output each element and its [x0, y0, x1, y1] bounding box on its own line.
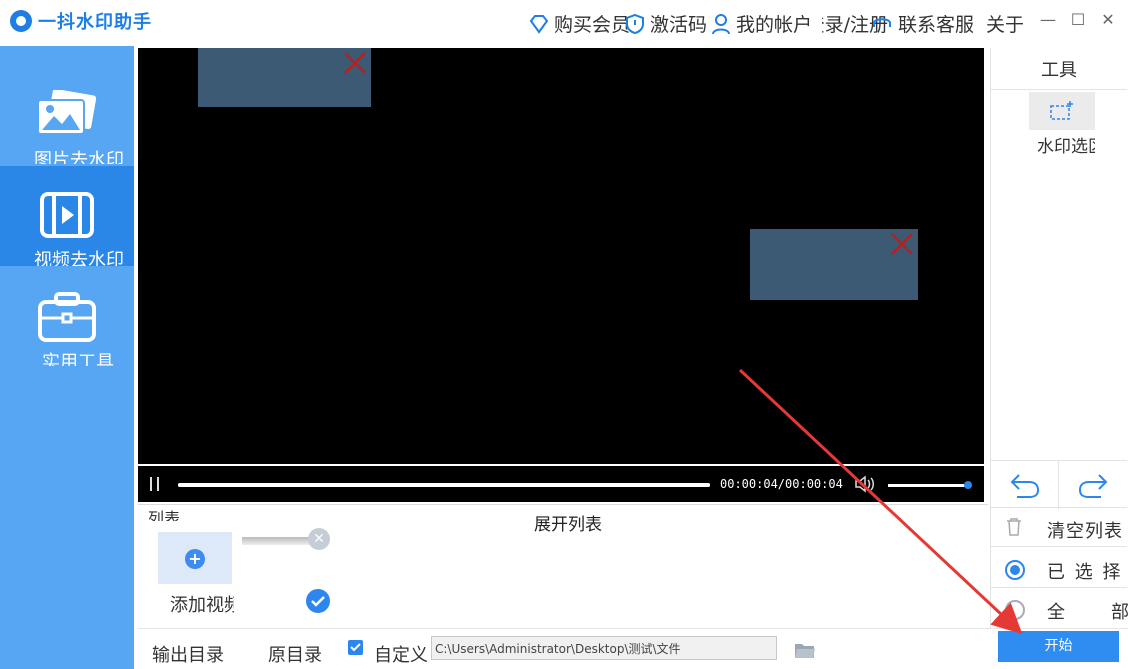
all-option[interactable]: 全 部	[991, 592, 1128, 628]
my-account-label: 我的帐户	[736, 14, 813, 36]
redo-icon[interactable]	[1077, 471, 1109, 499]
sidebar-item-label: 实用工具	[42, 352, 114, 366]
sidebar: 图片去水印 视频去水印 实用工具	[0, 46, 134, 669]
close-icon[interactable]	[343, 51, 367, 75]
divider	[1058, 461, 1059, 509]
original-dir-option[interactable]: 原目录	[268, 641, 322, 667]
video-thumbnail[interactable]	[242, 537, 314, 545]
video-list-panel: 列表 展开列表 + 添加视频 ✕	[138, 504, 988, 626]
clear-list-label: 清空列表	[1047, 521, 1123, 542]
headset-icon	[873, 17, 891, 27]
buy-vip-link[interactable]: 购买会员	[528, 10, 632, 37]
seek-bar-fill	[178, 483, 710, 487]
sidebar-item-video-watermark[interactable]: 视频去水印	[0, 166, 134, 266]
radio-selected[interactable]	[1005, 560, 1025, 580]
activate-label: 激活码	[650, 14, 708, 36]
tools-header: 工具	[991, 48, 1127, 90]
all-label: 全 部	[1047, 602, 1128, 623]
sidebar-item-image-watermark[interactable]: 图片去水印	[0, 64, 134, 164]
list-label: 列表	[148, 509, 181, 521]
close-icon[interactable]	[890, 232, 914, 256]
undo-redo-row	[991, 460, 1127, 509]
tools-panel: 工具 水印选区 清空列表 已 选 择 全 部	[990, 48, 1128, 628]
user-icon	[712, 13, 730, 34]
selection-icon	[1050, 101, 1073, 120]
activate-link[interactable]: 激活码	[624, 10, 708, 37]
app-name: 一抖水印助手	[38, 12, 152, 33]
start-button[interactable]: 开始	[998, 631, 1119, 662]
title-bar: 一抖水印助手 购买会员 激活码 我的帐户 登录/注册 联系客服 关于 — ☐ ✕	[0, 0, 1128, 46]
contact-label: 联系客服	[898, 14, 975, 36]
add-video-button[interactable]: +	[158, 532, 232, 584]
close-button[interactable]: ✕	[1098, 10, 1118, 30]
minimize-button[interactable]: —	[1038, 10, 1058, 30]
volume-knob[interactable]	[964, 481, 972, 489]
timecode: 00:00:04/00:00:04	[720, 477, 843, 491]
remove-video-icon[interactable]: ✕	[308, 528, 330, 550]
expand-list-button[interactable]: 展开列表	[534, 510, 602, 535]
trash-icon	[1007, 518, 1021, 536]
clear-list-button[interactable]: 清空列表	[991, 511, 1127, 547]
sidebar-item-label: 图片去水印	[34, 150, 124, 164]
maximize-button[interactable]: ☐	[1068, 10, 1088, 30]
volume-icon[interactable]	[854, 475, 876, 493]
image-icon	[37, 90, 97, 135]
checkmark-icon[interactable]	[306, 589, 330, 613]
sidebar-item-label: 视频去水印	[34, 250, 124, 266]
volume-slider[interactable]	[888, 484, 970, 487]
selected-option[interactable]: 已 选 择	[991, 552, 1127, 588]
toolbox-icon	[38, 292, 96, 342]
shield-icon	[626, 13, 644, 34]
output-bar: 输出目录 原目录 自定义 C:\Users\Administrator\Desk…	[138, 628, 1128, 669]
watermark-selection-box[interactable]	[750, 229, 918, 300]
my-account-link[interactable]: 我的帐户	[710, 10, 812, 37]
about-link[interactable]: 关于	[986, 10, 1024, 37]
contact-link[interactable]: 联系客服	[870, 10, 980, 37]
pause-button[interactable]	[148, 477, 162, 491]
watermark-select-label: 水印选区	[1037, 137, 1095, 157]
player-controls: 00:00:04/00:00:04	[138, 466, 984, 502]
output-dir-label: 输出目录	[152, 645, 224, 666]
output-path-field[interactable]: C:\Users\Administrator\Desktop\测试\文件	[431, 636, 777, 660]
radio-all[interactable]	[1005, 600, 1025, 620]
video-preview[interactable]	[138, 48, 984, 464]
custom-dir-checkbox[interactable]	[348, 640, 363, 655]
watermark-select-button[interactable]	[1029, 92, 1095, 130]
app-logo: 一抖水印助手	[10, 8, 152, 34]
diamond-icon	[529, 14, 549, 34]
plus-icon: +	[185, 549, 205, 569]
undo-icon[interactable]	[1009, 471, 1041, 499]
selected-label: 已 选 择	[1047, 562, 1123, 583]
custom-dir-label: 自定义	[374, 645, 428, 666]
logo-icon	[10, 10, 32, 32]
about-label: 关于	[986, 14, 1025, 36]
seek-bar[interactable]	[178, 483, 710, 487]
buy-vip-label: 购买会员	[554, 14, 631, 36]
folder-icon[interactable]	[794, 642, 816, 659]
sidebar-item-tools[interactable]: 实用工具	[0, 266, 134, 366]
watermark-selection-box[interactable]	[198, 48, 371, 107]
add-video-label: 添加视频	[170, 595, 234, 616]
film-icon	[40, 192, 94, 238]
